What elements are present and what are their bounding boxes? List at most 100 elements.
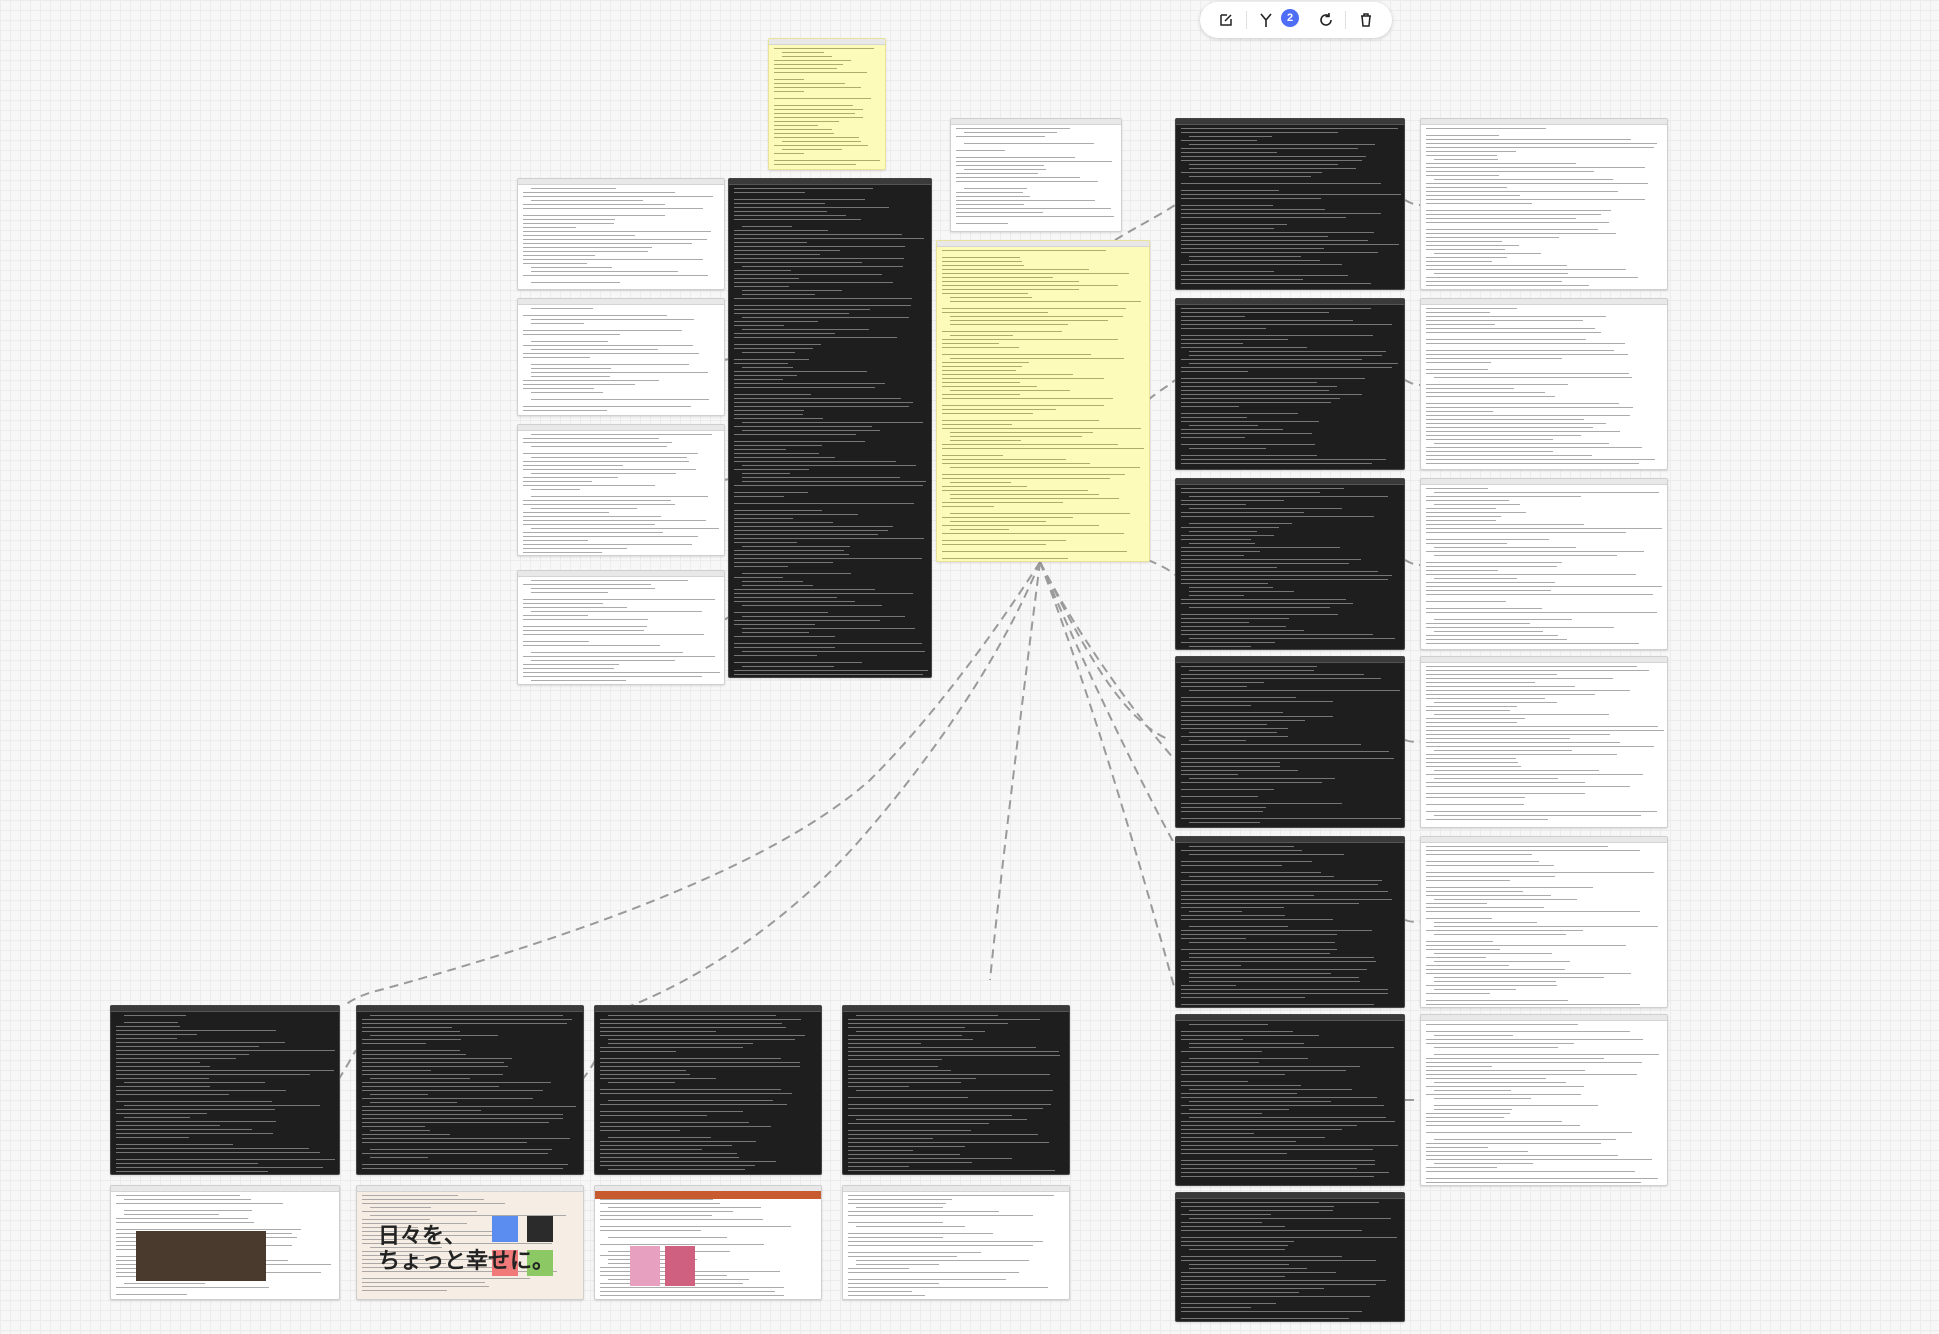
node-title-bar[interactable] — [951, 119, 1121, 125]
text-line — [1181, 1035, 1319, 1036]
note-card[interactable] — [768, 38, 886, 170]
node-title-bar[interactable] — [1421, 299, 1667, 305]
text-line — [523, 630, 645, 631]
text-line — [531, 528, 720, 529]
text-line — [600, 1157, 739, 1158]
text-line — [1181, 903, 1359, 904]
product-thumb — [630, 1246, 660, 1286]
node-title-bar[interactable] — [729, 179, 931, 185]
login-screenshot[interactable] — [1420, 478, 1668, 650]
text-line — [1181, 1260, 1376, 1261]
login-screenshot[interactable] — [1420, 118, 1668, 290]
text-line — [1181, 386, 1337, 387]
node-title-bar[interactable] — [1176, 837, 1404, 843]
node-title-bar[interactable] — [518, 425, 724, 431]
node-title-bar[interactable] — [843, 1006, 1069, 1012]
text-line — [964, 132, 1058, 133]
poster-line-2: ちょっと幸せに。 — [378, 1249, 555, 1274]
node-title-bar[interactable] — [843, 1186, 1069, 1192]
text-line — [1426, 447, 1643, 448]
text-line — [1426, 339, 1586, 340]
edge — [1404, 379, 1421, 386]
web-screenshot[interactable] — [594, 1185, 822, 1300]
node-title-bar[interactable] — [1176, 119, 1404, 125]
text-line — [1426, 973, 1631, 974]
login-screenshot[interactable] — [1420, 298, 1668, 470]
text-line — [116, 1066, 210, 1067]
text-line — [600, 1287, 785, 1288]
text-line — [734, 554, 849, 555]
text-line — [1426, 1066, 1493, 1067]
text-line — [1181, 666, 1317, 667]
refresh-button[interactable] — [1313, 7, 1339, 33]
text-line — [1181, 209, 1325, 210]
terminal-session[interactable] — [1175, 836, 1405, 1008]
web-screenshot[interactable] — [842, 1185, 1070, 1300]
edit-button[interactable] — [1213, 7, 1239, 33]
terminal-session[interactable] — [110, 1005, 340, 1175]
text-line — [523, 231, 711, 232]
node-title-bar[interactable] — [1421, 657, 1667, 663]
node-title-bar[interactable] — [1176, 657, 1404, 663]
text-line — [734, 410, 804, 411]
terminal-session[interactable] — [728, 178, 932, 678]
node-title-bar[interactable] — [1176, 299, 1404, 305]
browser-screenshot[interactable] — [517, 570, 725, 685]
login-screenshot[interactable] — [1420, 1014, 1668, 1186]
node-title-bar[interactable] — [357, 1186, 583, 1192]
text-line — [1181, 861, 1313, 862]
terminal-session[interactable] — [1175, 298, 1405, 470]
node-title-bar[interactable] — [1421, 837, 1667, 843]
node-title-bar[interactable] — [111, 1006, 339, 1012]
text-line — [734, 337, 898, 338]
text-line — [523, 500, 671, 501]
terminal-session[interactable] — [1175, 1192, 1405, 1322]
node-title-bar[interactable] — [1421, 1015, 1667, 1021]
node-title-bar[interactable] — [1421, 479, 1667, 485]
node-title-bar[interactable] — [595, 1006, 821, 1012]
terminal-session[interactable] — [1175, 118, 1405, 290]
node-title-bar[interactable] — [1176, 479, 1404, 485]
browser-screenshot[interactable] — [517, 424, 725, 556]
terminal-session[interactable] — [1175, 656, 1405, 828]
terminal-session[interactable] — [594, 1005, 822, 1175]
node-title-bar[interactable] — [1421, 119, 1667, 125]
node-title-bar[interactable] — [1176, 1193, 1404, 1199]
terminal-session[interactable] — [1175, 478, 1405, 650]
text-line — [1181, 320, 1354, 321]
text-line — [531, 457, 688, 458]
text-line — [856, 1090, 1053, 1091]
terminal-session[interactable] — [842, 1005, 1070, 1175]
node-title-bar[interactable] — [357, 1006, 583, 1012]
text-line — [1181, 367, 1392, 368]
terminal-session[interactable] — [356, 1005, 584, 1175]
web-screenshot[interactable] — [110, 1185, 340, 1300]
node-title-bar[interactable] — [518, 571, 724, 577]
node-title-bar[interactable] — [769, 39, 885, 45]
node-title-bar[interactable] — [518, 179, 724, 185]
node-title-bar[interactable] — [518, 299, 724, 305]
text-line — [1181, 1237, 1397, 1238]
text-line — [1181, 1176, 1375, 1177]
settings-screenshot[interactable] — [950, 118, 1122, 232]
workspace-canvas[interactable]: 2 日々を、 ちょっと幸せに。 — [0, 0, 1939, 1334]
text-line — [942, 558, 1068, 559]
terminal-session[interactable] — [1175, 1014, 1405, 1186]
branch-button[interactable] — [1253, 7, 1279, 33]
node-title-bar[interactable] — [1176, 1015, 1404, 1021]
browser-screenshot[interactable] — [517, 178, 725, 290]
note-card[interactable] — [936, 240, 1150, 562]
text-line — [774, 137, 860, 138]
text-line — [742, 422, 923, 423]
node-title-bar[interactable] — [111, 1186, 339, 1192]
text-line — [1426, 237, 1560, 238]
text-line — [370, 1207, 431, 1208]
browser-screenshot[interactable] — [517, 298, 725, 416]
text-line — [1426, 191, 1618, 192]
text-line — [1434, 1105, 1599, 1106]
login-screenshot[interactable] — [1420, 836, 1668, 1008]
text-line — [956, 177, 1081, 178]
login-screenshot[interactable] — [1420, 656, 1668, 828]
node-title-bar[interactable] — [937, 241, 1149, 247]
delete-button[interactable] — [1353, 7, 1379, 33]
